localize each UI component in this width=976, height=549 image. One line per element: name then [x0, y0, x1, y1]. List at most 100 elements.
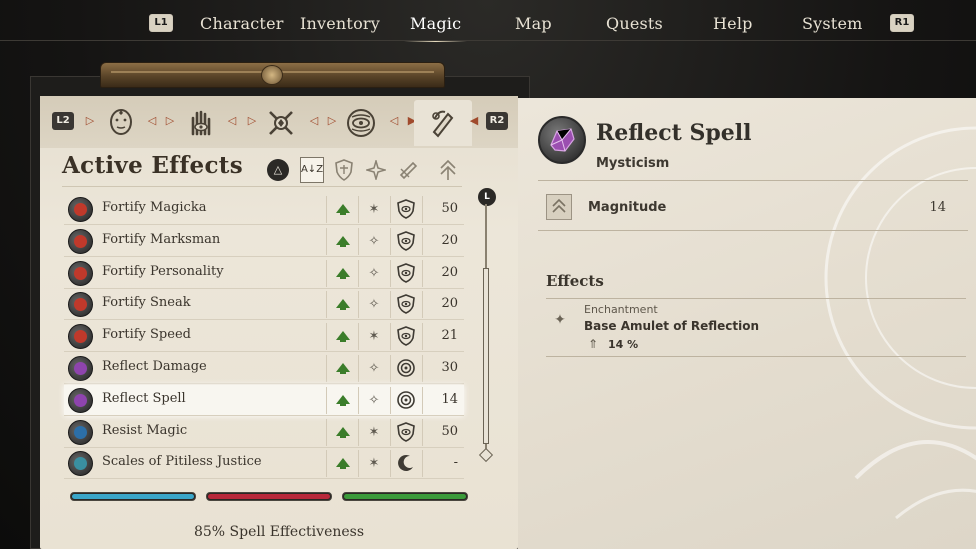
- effect-row[interactable]: Reflect Spell ✧ 14: [64, 384, 464, 416]
- shield-eye-icon: [397, 326, 415, 347]
- effect-row[interactable]: Reflect Damage ✧ 30: [64, 353, 464, 384]
- scroll-sort-icon: [399, 161, 418, 180]
- detail-divider: [538, 180, 968, 181]
- effect-name: Fortify Sneak: [102, 295, 191, 311]
- effect-name: Fortify Marksman: [102, 231, 221, 247]
- effect-gem-icon: [74, 234, 87, 248]
- nav-magic[interactable]: Magic: [403, 12, 468, 42]
- effect-gem-icon: [74, 425, 87, 439]
- tab-eye-sigil[interactable]: [332, 100, 390, 146]
- shield-eye-icon: [397, 421, 415, 442]
- column-divider: [358, 291, 359, 319]
- effect-icon: [68, 387, 93, 413]
- magicka-bar-fill: [208, 494, 330, 499]
- effect-gem-icon: [74, 362, 87, 375]
- l2-button[interactable]: L2: [52, 112, 74, 130]
- range-icon: ✶: [368, 329, 380, 345]
- health-bar: [70, 492, 196, 501]
- left-stick-button[interactable]: L: [478, 188, 496, 206]
- effect-row[interactable]: Resist Magic ✶ 50: [64, 417, 464, 448]
- effect-name: Scales of Pitiless Justice: [102, 454, 262, 470]
- sort-shield-button[interactable]: [332, 158, 356, 182]
- arrows-up-icon: [552, 198, 566, 213]
- column-divider: [326, 259, 327, 287]
- r1-button[interactable]: R1: [890, 14, 914, 32]
- effect-magnitude: 21: [441, 328, 458, 344]
- tab-crossed-swords[interactable]: [252, 100, 310, 146]
- increase-arrow-icon: [336, 204, 350, 215]
- scroll-thumb[interactable]: [483, 268, 489, 444]
- head-icon: [110, 109, 132, 135]
- column-divider: [390, 418, 391, 446]
- effect-row[interactable]: Fortify Sneak ✧ 20: [64, 289, 464, 321]
- column-divider: [422, 196, 423, 223]
- column-divider: [358, 355, 359, 382]
- column-divider: [422, 227, 423, 255]
- magnitude-icon: [546, 194, 572, 220]
- column-divider: [326, 323, 327, 351]
- effect-magnitude: 20: [441, 296, 458, 312]
- effect-icon: [68, 260, 93, 286]
- active-effects-icon: [432, 110, 454, 138]
- tab-head[interactable]: [92, 100, 150, 146]
- tab-arrow-icon: ◁: [227, 114, 237, 127]
- column-divider: [326, 418, 327, 446]
- effect-row[interactable]: Scales of Pitiless Justice ✶ -: [64, 448, 464, 480]
- effect-row[interactable]: Fortify Speed ✶ 21: [64, 321, 464, 353]
- health-bar-fill: [72, 494, 194, 499]
- nav-quests[interactable]: Quests: [606, 12, 663, 36]
- column-divider: [422, 386, 423, 414]
- triangle-button-icon: △: [267, 159, 289, 181]
- l1-button[interactable]: L1: [149, 14, 173, 32]
- effect-magnitude: 50: [441, 423, 458, 439]
- range-icon: ✧: [368, 361, 380, 376]
- effect-row[interactable]: Fortify Personality ✧ 20: [64, 258, 464, 289]
- enchantment-name: Base Amulet of Reflection: [584, 319, 760, 333]
- magnitude-sort-icon: [440, 159, 456, 180]
- nav-character[interactable]: Character: [200, 12, 284, 36]
- sort-magnitude-button[interactable]: [436, 158, 460, 182]
- spell-school: Mysticism: [596, 156, 670, 171]
- range-icon: ✧: [368, 265, 380, 281]
- effects-heading: Effects: [546, 272, 604, 290]
- effect-icon: [68, 419, 93, 445]
- nav-inventory[interactable]: Inventory: [300, 12, 380, 36]
- effect-row[interactable]: Fortify Marksman ✧ 20: [64, 226, 464, 257]
- crystal-icon: [550, 128, 575, 152]
- reflect-spell-icon: [538, 116, 586, 164]
- list-title: Active Effects: [62, 152, 243, 179]
- effect-magnitude: 20: [441, 264, 458, 280]
- increase-arrow-icon: [336, 394, 350, 406]
- effect-magnitude: -: [453, 455, 458, 471]
- tab-hand-eye[interactable]: [172, 100, 230, 146]
- column-divider: [326, 196, 327, 223]
- effect-name: Resist Magic: [102, 422, 188, 438]
- sort-scroll-button[interactable]: [396, 158, 420, 182]
- effect-magnitude: 14: [441, 391, 458, 407]
- nav-map[interactable]: Map: [515, 12, 552, 36]
- nav-help[interactable]: Help: [713, 12, 753, 36]
- nav-system[interactable]: System: [802, 12, 862, 36]
- column-divider: [326, 386, 327, 414]
- effect-gem-icon: [74, 266, 87, 280]
- column-divider: [422, 450, 423, 478]
- column-divider: [422, 323, 423, 351]
- sort-toggle-button[interactable]: △: [266, 158, 290, 182]
- active-effects-panel: L2 ▷ ◁ ▷ ◁ ▷ ◁ ▷ ◁ ▶ ◀ R2 Active Effects…: [40, 96, 518, 549]
- effect-icon: [68, 228, 93, 254]
- column-divider: [358, 227, 359, 255]
- top-navigation: L1 Character Inventory Magic Map Quests …: [0, 0, 976, 42]
- column-divider: [422, 291, 423, 319]
- tab-active-effects[interactable]: [414, 100, 472, 146]
- range-icon: ✶: [368, 424, 380, 440]
- r2-button[interactable]: R2: [486, 112, 508, 130]
- fatigue-bar: [342, 492, 468, 501]
- crescent-icon: [398, 455, 413, 472]
- column-divider: [390, 196, 391, 223]
- az-sort-icon: A↓Z: [299, 157, 325, 183]
- list-scrollbar[interactable]: L: [478, 188, 496, 468]
- effect-name: Fortify Personality: [102, 263, 224, 279]
- sort-star-button[interactable]: [364, 158, 388, 182]
- effect-row[interactable]: Fortify Magicka ✶ 50: [64, 194, 464, 225]
- sort-alphabetical-button[interactable]: A↓Z: [299, 157, 325, 183]
